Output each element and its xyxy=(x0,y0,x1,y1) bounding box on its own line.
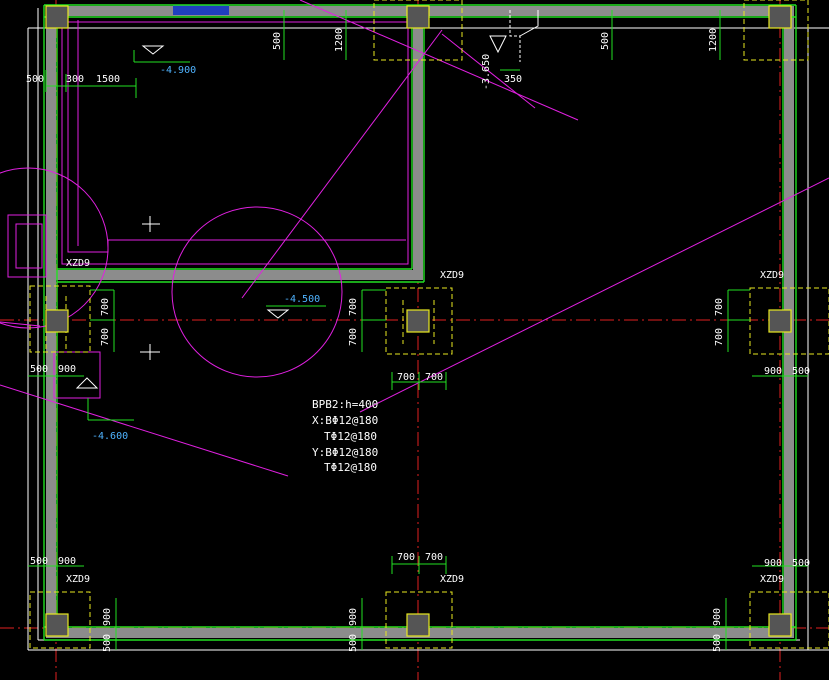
dim-500-bc-v: 500 xyxy=(348,634,359,652)
dim-900-bl-v: 900 xyxy=(102,608,113,626)
level-slab-center: -4.500 xyxy=(284,294,320,305)
dim-700-l-b: 700 xyxy=(100,328,111,346)
dim-900-br-v: 900 xyxy=(712,608,723,626)
column-tag-f: XZD9 xyxy=(760,574,784,585)
level-ramp: -3.650 xyxy=(481,54,492,90)
slab-note-line1: BPB2:h=400 xyxy=(312,398,378,411)
dim-500-top-a: 500 xyxy=(272,32,283,50)
slab-note-line3: TΦ12@180 xyxy=(324,430,377,443)
column-tag-c: XZD9 xyxy=(760,270,784,281)
dim-700-c-b: 700 xyxy=(348,328,359,346)
slab-note-line4: Y:BΦ12@180 xyxy=(312,446,378,459)
dim-500-br: 500 xyxy=(792,558,810,569)
dim-1200-top-b: 1200 xyxy=(708,28,719,52)
level-slab-left: -4.600 xyxy=(92,431,128,442)
dim-300: 300 xyxy=(66,74,84,85)
dim-700-mid-b: 700 xyxy=(425,372,443,383)
dim-900-bc-v: 900 xyxy=(348,608,359,626)
dim-900-bl: 900 xyxy=(58,556,76,567)
dim-700-mid-a: 700 xyxy=(397,372,415,383)
slab-note-line2: X:BΦ12@180 xyxy=(312,414,378,427)
dim-700-c-a: 700 xyxy=(348,298,359,316)
dim-900-br: 900 xyxy=(764,558,782,569)
column-tag-e: XZD9 xyxy=(440,574,464,585)
dim-500-br-v: 500 xyxy=(712,634,723,652)
ramp-detail xyxy=(489,10,539,62)
level-pit-top-left: -4.900 xyxy=(160,65,196,76)
dim-700-r-a: 700 xyxy=(714,298,725,316)
dim-900-ml: 900 xyxy=(58,364,76,375)
dim-500-top-b: 500 xyxy=(600,32,611,50)
column-tag-a: XZD9 xyxy=(66,258,90,269)
level-texts: -4.900 -4.500 -4.600 -3.650 xyxy=(92,54,492,442)
cad-floor-plan: 500 300 1500 500 1200 500 1200 350 700 7… xyxy=(0,0,829,680)
dim-900-mr: 900 xyxy=(764,366,782,377)
dim-700-bot-b: 700 xyxy=(425,552,443,563)
dim-700-bot-a: 700 xyxy=(397,552,415,563)
column-tag-d: XZD9 xyxy=(66,574,90,585)
dim-700-l-a: 700 xyxy=(100,298,111,316)
dim-700-r-b: 700 xyxy=(714,328,725,346)
dim-500-left: 500 xyxy=(26,74,44,85)
dim-500-bl-v: 500 xyxy=(102,634,113,652)
dim-1200-top-a: 1200 xyxy=(334,28,345,52)
dim-500-mr: 500 xyxy=(792,366,810,377)
dim-1500: 1500 xyxy=(96,74,120,85)
slab-note-line5: TΦ12@180 xyxy=(324,461,377,474)
dim-500-bl: 500 xyxy=(30,556,48,567)
dim-500-ml: 500 xyxy=(30,364,48,375)
column-tag-b: XZD9 xyxy=(440,270,464,281)
dim-350: 350 xyxy=(504,74,522,85)
slab-note: BPB2:h=400 X:BΦ12@180 TΦ12@180 Y:BΦ12@18… xyxy=(312,398,378,474)
